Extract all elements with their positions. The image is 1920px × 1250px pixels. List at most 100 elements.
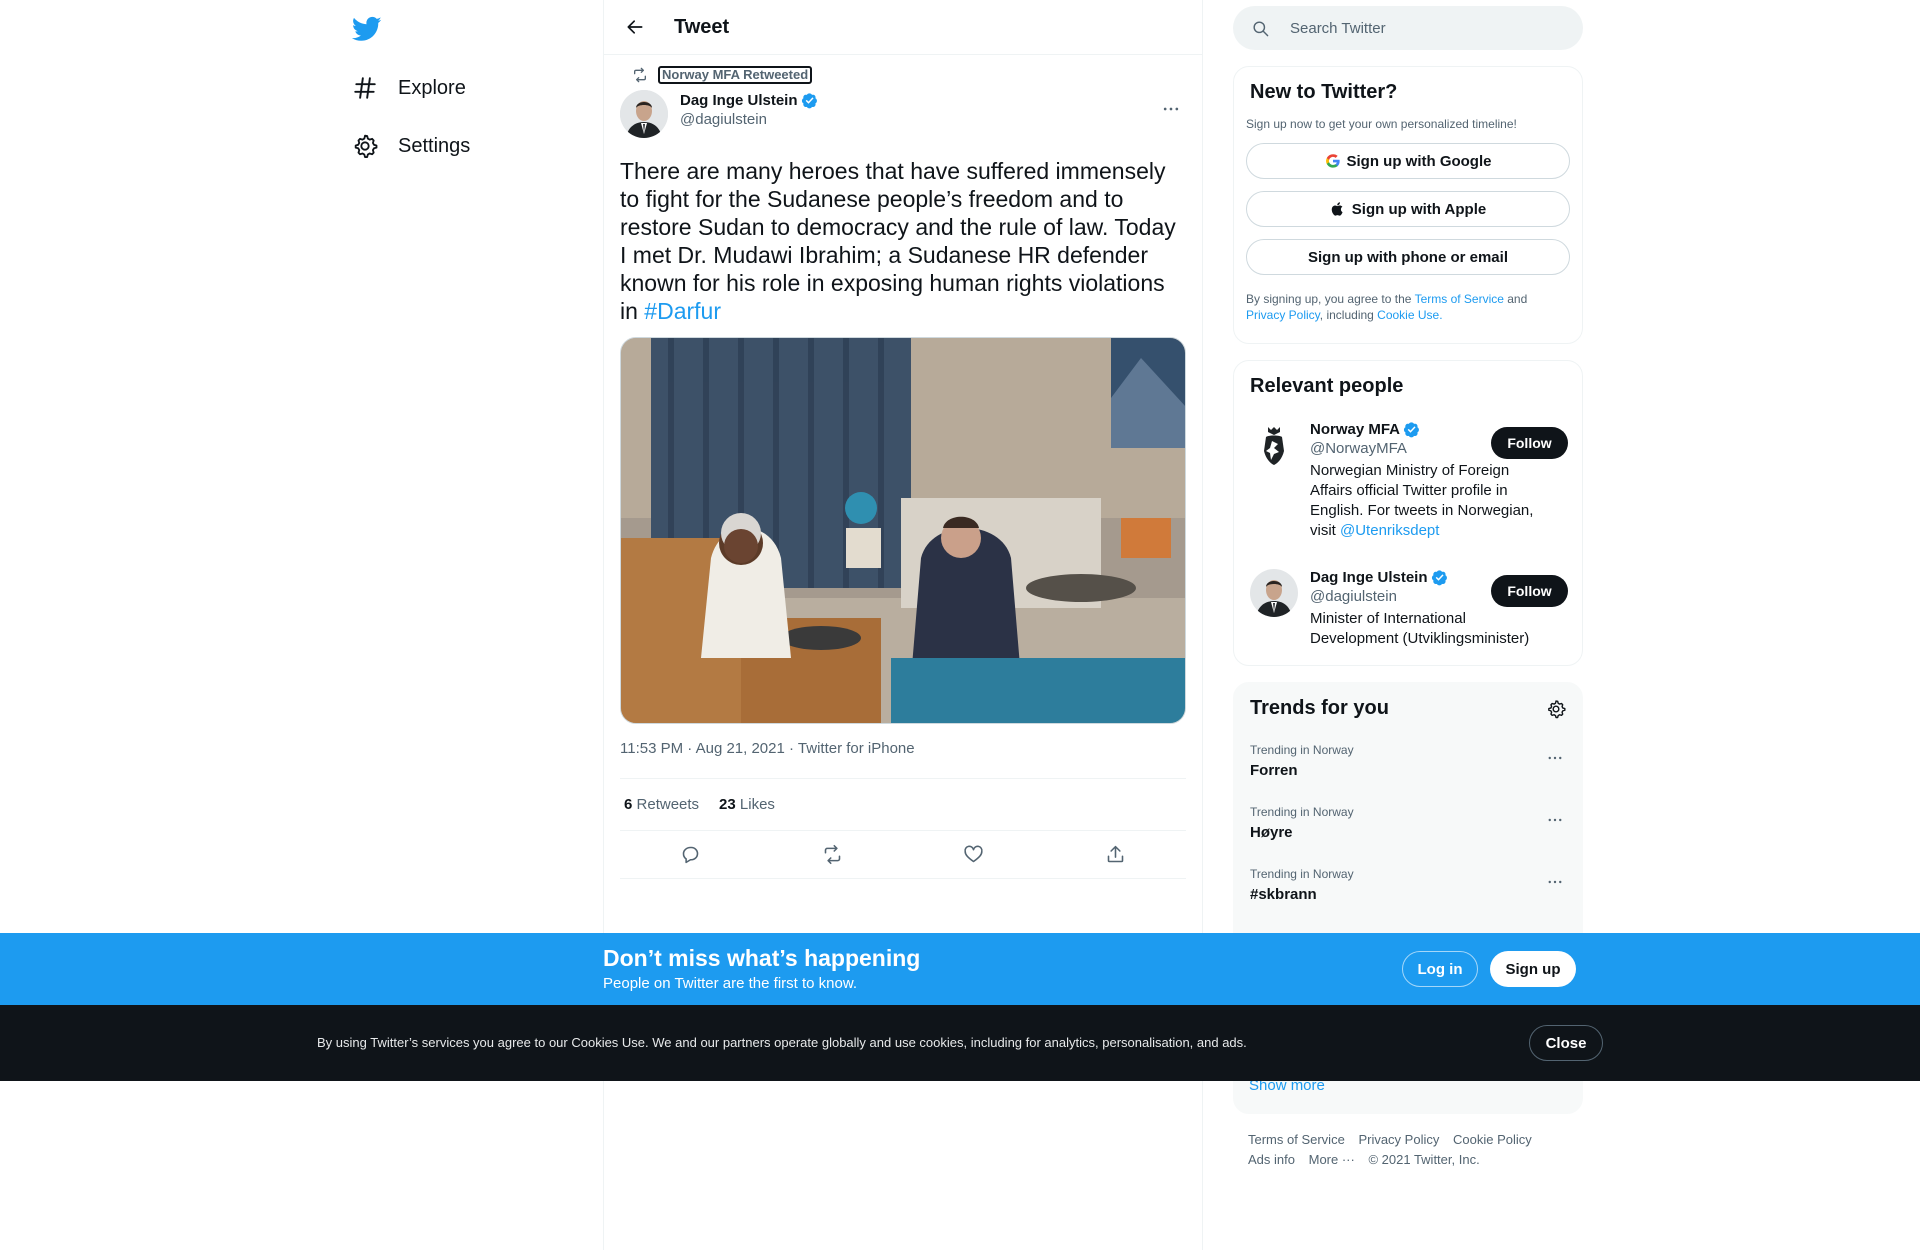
terms-link[interactable]: Terms of Service: [1415, 292, 1504, 306]
person-norway-mfa[interactable]: Norway MFA @NorwayMFA Norwegian Ministry…: [1250, 421, 1568, 539]
legal-prefix: By signing up, you agree to the: [1246, 292, 1415, 306]
nav-settings[interactable]: Settings: [352, 126, 470, 166]
reply-icon: [682, 846, 699, 864]
like-button[interactable]: [956, 837, 992, 873]
signup-google-button[interactable]: Sign up with Google: [1246, 143, 1570, 179]
signup-apple-label: Sign up with Apple: [1351, 200, 1487, 218]
signup-button[interactable]: Sign up: [1490, 951, 1576, 987]
retweet-icon: [824, 844, 841, 865]
person-bio: Norwegian Ministry of Foreign Affairs of…: [1310, 461, 1550, 541]
page-title: Tweet: [674, 15, 730, 38]
tweet-header: Tweet: [604, 0, 1202, 55]
reply-button[interactable]: [673, 837, 709, 873]
author-handle[interactable]: @dagiulstein: [680, 111, 818, 128]
photo-image: [621, 338, 1185, 723]
follow-button[interactable]: Follow: [1491, 575, 1568, 607]
footer-links: Terms of Service Privacy Policy Cookie P…: [1248, 1130, 1568, 1170]
relevant-people-card: Relevant people Norway MFA @NorwayMFA No…: [1233, 360, 1583, 666]
back-button[interactable]: [618, 10, 652, 44]
tweet: Norway MFA Retweeted Dag Inge Ulstein @d…: [604, 64, 1202, 879]
trend-more-button[interactable]: [1542, 869, 1568, 895]
hashtag-link[interactable]: #Darfur: [644, 298, 721, 324]
signup-card-subtitle: Sign up now to get your own personalized…: [1246, 117, 1517, 131]
signup-card: New to Twitter? Sign up now to get your …: [1233, 66, 1583, 344]
follow-button[interactable]: Follow: [1491, 427, 1568, 459]
trends-title: Trends for you: [1250, 697, 1389, 719]
trend-more-button[interactable]: [1542, 745, 1568, 771]
bio-mention-link[interactable]: @Utenriksdept: [1340, 522, 1439, 539]
cookie-banner: By using Twitter’s services you agree to…: [0, 1005, 1920, 1081]
tweet-timestamp[interactable]: 11:53 PM · Aug 21, 2021 · Twitter for iP…: [620, 740, 1186, 778]
heart-icon: [964, 845, 983, 863]
trend-item[interactable]: Trending in Norway Høyre: [1250, 805, 1568, 855]
avatar[interactable]: [1250, 569, 1298, 617]
footer-copyright: © 2021 Twitter, Inc.: [1368, 1152, 1480, 1167]
footer-privacy-link[interactable]: Privacy Policy: [1358, 1132, 1439, 1147]
likes-stat[interactable]: 23 Likes: [719, 796, 775, 813]
author-name-text: Dag Inge Ulstein: [680, 92, 798, 109]
verified-badge-icon: [1431, 570, 1447, 586]
signup-phone-email-label: Sign up with phone or email: [1307, 248, 1508, 266]
tweet-more-button[interactable]: [1156, 94, 1186, 124]
more-dots-icon: [1548, 818, 1562, 822]
twitter-logo-icon[interactable]: [352, 14, 382, 44]
retweets-stat[interactable]: 6 Retweets: [624, 796, 699, 813]
trend-more-button[interactable]: [1542, 807, 1568, 833]
footer-cookie-link[interactable]: Cookie Policy: [1453, 1132, 1532, 1147]
more-dots-icon: [1548, 880, 1562, 884]
gear-icon: [1548, 699, 1566, 718]
trend-context: Trending in Norway: [1250, 867, 1354, 881]
signup-phone-email-button[interactable]: Sign up with phone or email: [1246, 239, 1570, 275]
search-box[interactable]: [1233, 6, 1583, 50]
signup-google-label: Sign up with Google: [1346, 152, 1492, 170]
author-name[interactable]: Dag Inge Ulstein: [680, 92, 818, 109]
nav-explore[interactable]: Explore: [352, 68, 466, 108]
trends-settings-button[interactable]: [1546, 699, 1566, 719]
retweet-context: Norway MFA Retweeted: [620, 64, 1186, 86]
norway-coat-of-arms-icon: [1250, 421, 1298, 469]
promo-title: Don’t miss what’s happening: [603, 945, 921, 971]
search-input[interactable]: [1290, 19, 1550, 37]
relevant-people-title: Relevant people: [1250, 375, 1404, 397]
retweet-icon: [634, 67, 646, 83]
tweet-stats: 6 Retweets 23 Likes: [620, 778, 1186, 831]
trend-item[interactable]: Trending in Norway #skbrann: [1250, 867, 1568, 917]
avatar[interactable]: [1250, 421, 1298, 469]
trend-context: Trending in Norway: [1250, 743, 1354, 757]
verified-badge-icon: [1403, 422, 1419, 438]
cookie-close-button[interactable]: Close: [1529, 1025, 1603, 1061]
footer-terms-link[interactable]: Terms of Service: [1248, 1132, 1345, 1147]
footer-more-button[interactable]: More ···: [1309, 1152, 1355, 1167]
avatar[interactable]: [620, 90, 668, 138]
cookie-use-link[interactable]: Cookie Use.: [1377, 308, 1442, 322]
signup-card-title: New to Twitter?: [1250, 81, 1398, 103]
trend-name: Høyre: [1250, 824, 1293, 841]
likes-label: Likes: [739, 796, 775, 813]
cookie-text: By using Twitter’s services you agree to…: [317, 1035, 1247, 1050]
tweet-author: Dag Inge Ulstein @dagiulstein: [620, 90, 1186, 140]
login-button[interactable]: Log in: [1402, 951, 1478, 987]
promo-subtitle: People on Twitter are the first to know.: [603, 975, 858, 992]
verified-badge-icon: [801, 93, 817, 109]
retweet-button[interactable]: [814, 837, 850, 873]
apple-icon: [1331, 202, 1343, 216]
search-icon: [1253, 20, 1269, 36]
footer-ads-link[interactable]: Ads info: [1248, 1152, 1295, 1167]
retweeted-by-link[interactable]: Norway MFA Retweeted: [658, 66, 813, 84]
legal-and: and: [1503, 292, 1528, 306]
person-dag-inge-ulstein[interactable]: Dag Inge Ulstein @dagiulstein Minister o…: [1250, 569, 1568, 653]
legal-including: , including: [1319, 308, 1378, 322]
signup-promo-bar: Don’t miss what’s happening People on Tw…: [0, 933, 1920, 1005]
tweet-actions: [620, 831, 1186, 879]
trend-name: Forren: [1250, 762, 1298, 779]
trend-item[interactable]: Trending in Norway Forren: [1250, 743, 1568, 793]
nav-settings-label: Settings: [398, 134, 471, 157]
person-bio: Minister of International Development (U…: [1310, 610, 1530, 647]
likes-count: 23: [719, 796, 736, 813]
trend-name: #skbrann: [1250, 886, 1317, 903]
signup-apple-button[interactable]: Sign up with Apple: [1246, 191, 1570, 227]
person-name-text: Dag Inge Ulstein: [1310, 569, 1428, 586]
privacy-link[interactable]: Privacy Policy: [1246, 308, 1320, 322]
share-button[interactable]: [1097, 837, 1133, 873]
tweet-photo[interactable]: [620, 337, 1186, 724]
